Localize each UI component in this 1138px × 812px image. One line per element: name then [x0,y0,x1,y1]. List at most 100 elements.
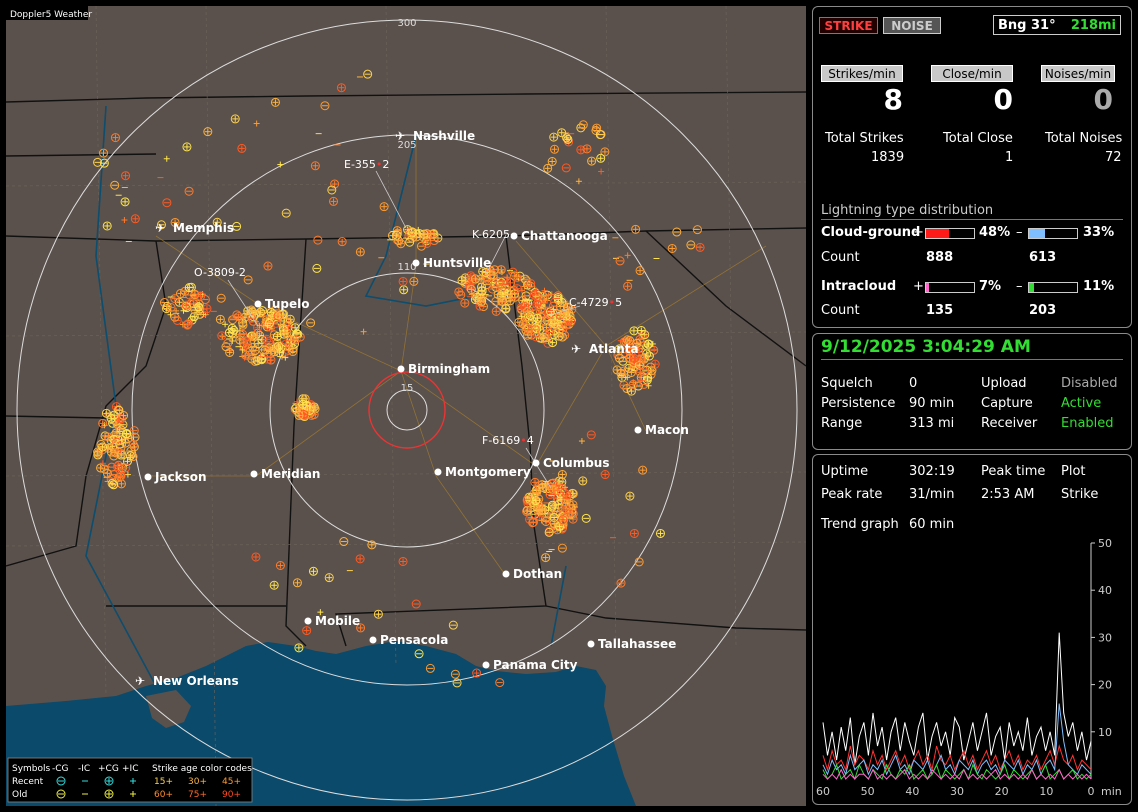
range-label-15: 15 [401,383,414,394]
cg-positive-sign: + [913,225,924,240]
strike-marker [281,339,291,349]
distribution-title: Lightning type distribution [821,203,994,218]
city-dot [412,259,420,267]
strike-marker [582,144,592,154]
strike-marker [567,488,577,498]
upload-value[interactable]: Disabled [1061,376,1117,391]
noises-per-min-button[interactable]: Noises/min [1041,65,1115,82]
strike-marker [548,338,558,348]
strike-marker [512,284,522,294]
capture-value[interactable]: Active [1061,396,1101,411]
ic-positive-bar [925,282,975,293]
strike-marker [99,148,109,158]
strike-marker [337,237,347,247]
trend-graph-value[interactable]: 60 min [909,517,954,532]
strike-marker [557,470,567,480]
plot-label: Plot [1061,464,1086,479]
lightning-map[interactable]: 300 205 110 15 ✈ Nashville ✈ Memphis Chattan… [6,6,806,806]
airport-icon: ✈ [571,342,581,356]
city-montgomery: Montgomery [434,465,531,479]
strike-marker [269,580,279,590]
trend-x-tick-label: 10 [1039,785,1053,798]
city-tallahassee: Tallahassee [587,637,676,651]
strike-marker [329,196,339,206]
city-meridian: Meridian [250,467,320,481]
map-canvas[interactable]: 300 205 110 15 ✈ Nashville✈ MemphisChattan… [6,6,806,806]
strike-marker [549,330,559,340]
city-name: Macon [645,423,689,437]
cg-positive-bar [925,228,975,239]
strike-mode-button[interactable]: STRIKE [819,17,878,34]
legend-symbols-label: Symbols [12,764,51,774]
city-name: Montgomery [445,465,531,479]
city-name: New Orleans [153,674,239,688]
strike-marker [241,336,251,346]
strike-marker [422,238,432,248]
total-strikes-label: Total Strikes [825,131,904,146]
total-strikes-value: 1839 [871,150,905,165]
cg-count-label: Count [821,250,860,265]
strike-marker [409,276,419,286]
strike-marker [280,327,290,337]
ic-positive-count: 135 [926,303,954,318]
bearing-value: Bng 31° [998,18,1056,33]
range-value: 313 mi [909,416,955,431]
cell-label-k: K-6205 [472,228,510,241]
cg-positive-fill [926,229,950,238]
strike-marker [379,202,389,212]
city-dot [634,426,642,434]
strike-marker [336,83,346,93]
strike-marker [616,368,626,378]
city-name: Birmingham [408,362,490,376]
strike-marker [628,379,638,389]
strike-marker [290,323,300,333]
plot-value[interactable]: Strike [1061,487,1098,502]
strike-marker [541,553,551,563]
legend-age-title: Strike age color codes [152,764,252,774]
strike-marker [116,479,126,489]
city-dot [250,470,258,478]
city-name: Tallahassee [598,637,676,651]
strike-marker [373,609,383,619]
strike-marker [310,161,320,171]
receiver-value[interactable]: Enabled [1061,416,1114,431]
city-birmingham: Birmingham [397,362,490,376]
legend-header-neg-cg: -CG [52,764,69,774]
trend-series-2 [822,703,1092,776]
airport-icon: ✈ [155,221,165,235]
squelch-value: 0 [909,376,918,391]
city-name: Mobile [315,614,360,628]
noise-mode-button[interactable]: NOISE [883,17,941,34]
distance-value: 218mi [1070,18,1116,33]
map-legend: Symbols -CG -IC +CG +IC Strike age color… [7,757,253,803]
strike-marker [655,528,665,538]
strike-marker [248,332,258,342]
trend-y-tick-label: 10 [1098,726,1112,739]
strike-marker [262,334,272,344]
strike-marker [530,477,540,487]
strikes-per-min-button[interactable]: Strikes/min [821,65,903,82]
strike-marker [230,114,240,124]
strike-marker [130,214,140,224]
trend-x-tick-label: 30 [950,785,964,798]
strike-marker [119,411,129,421]
city-columbus: Columbus [532,456,610,470]
strike-marker [667,243,677,253]
strike-marker [275,310,285,320]
cell-label-c: C-4729•5 [569,296,622,309]
strike-marker [392,230,402,240]
strike-marker [510,292,520,302]
city-dot [532,459,540,467]
legend-age-90: 90+ [222,790,241,800]
strike-marker [252,356,262,366]
peak-rate-label: Peak rate [821,487,883,502]
strike-marker [355,247,365,257]
trend-x-tick-label: 20 [995,785,1009,798]
close-per-min-button[interactable]: Close/min [931,65,1013,82]
legend-header-pos-ic: +IC [122,764,138,774]
strike-marker [190,290,200,300]
city-huntsville: Huntsville [412,256,491,270]
trend-y-tick-label: 20 [1098,679,1112,692]
legend-header-neg-ic: -IC [78,764,90,774]
strike-marker [288,347,298,357]
